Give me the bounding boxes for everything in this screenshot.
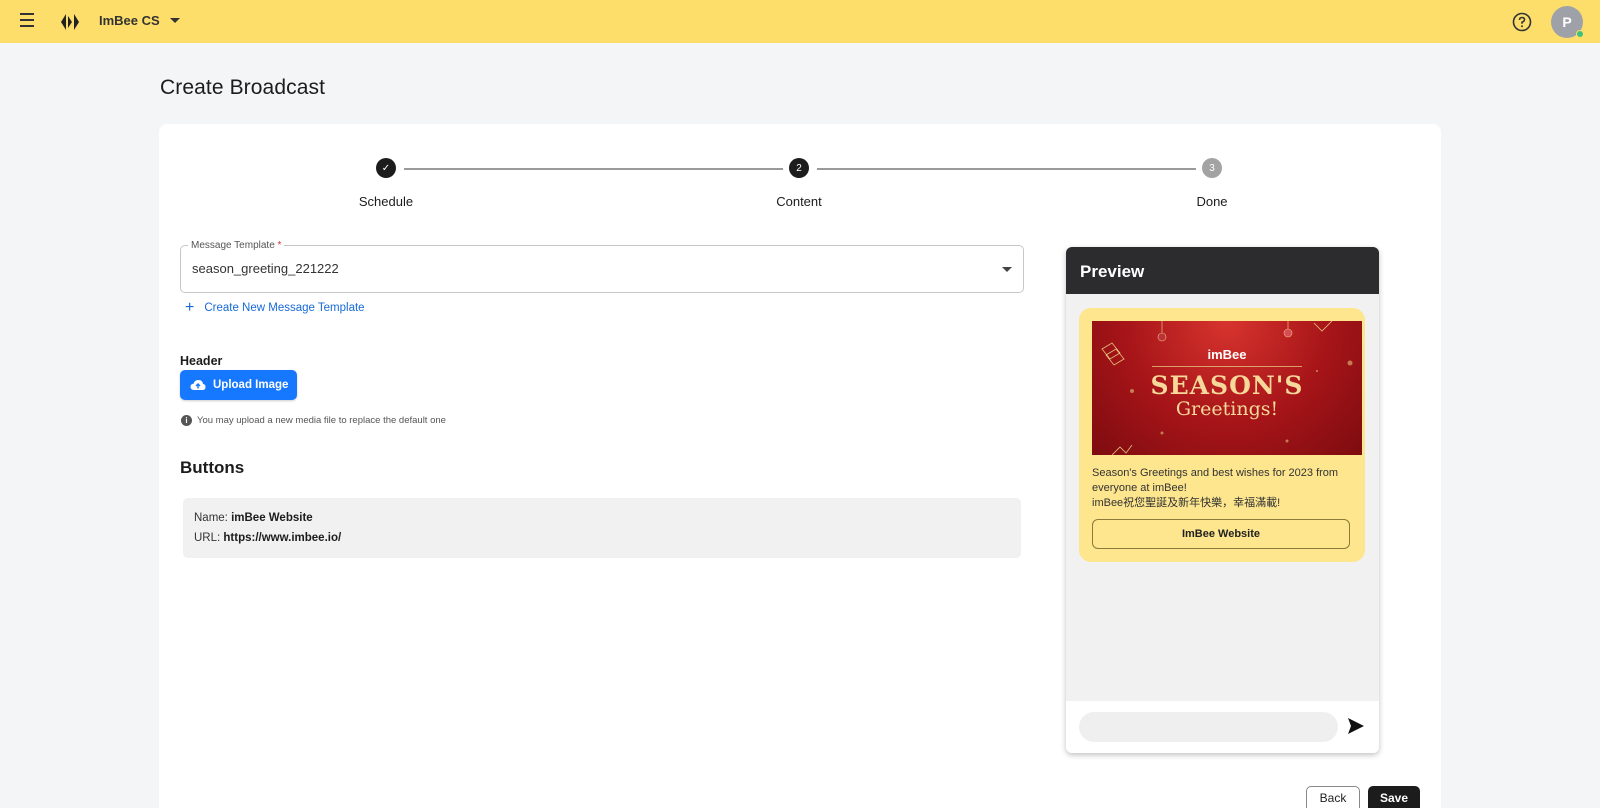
- message-template-value: season_greeting_221222: [192, 261, 339, 276]
- button-entry: Name: imBee Website URL: https://www.imb…: [183, 498, 1021, 558]
- preview-title: Preview: [1066, 247, 1379, 294]
- preview-message-input[interactable]: [1079, 712, 1338, 742]
- step-marker-content: 2: [789, 158, 809, 178]
- plus-icon: +: [185, 299, 195, 316]
- upload-image-label: Upload Image: [213, 379, 289, 391]
- upload-image-button[interactable]: Upload Image: [180, 370, 297, 400]
- step-label-done: Done: [1196, 194, 1228, 209]
- required-mark: *: [277, 240, 282, 251]
- save-button[interactable]: Save: [1368, 786, 1420, 808]
- button-url-label: URL:: [194, 532, 221, 544]
- button-name-value: imBee Website: [231, 512, 313, 524]
- info-icon: i: [181, 415, 192, 426]
- message-bubble: imBee SEASON'S Greetings! Season's Greet…: [1079, 308, 1365, 562]
- step-label-content: Content: [776, 194, 822, 209]
- stepper-connector: [404, 168, 783, 170]
- buttons-section-title: Buttons: [180, 458, 245, 477]
- preview-composer: [1066, 701, 1379, 753]
- message-body: Season's Greetings and best wishes for 2…: [1092, 466, 1357, 511]
- step-marker-schedule: ✓: [376, 158, 396, 178]
- banner-title: SEASON'S: [1150, 371, 1304, 400]
- banner-brand: imBee: [1207, 347, 1247, 362]
- season-greetings-banner-image: imBee SEASON'S Greetings!: [1092, 321, 1362, 455]
- send-icon[interactable]: [1346, 716, 1366, 736]
- hamburger-menu-icon[interactable]: [20, 13, 36, 29]
- button-name-row: Name: imBee Website: [194, 512, 1010, 524]
- message-line-chinese: imBee祝您聖誕及新年快樂，幸福滿載!: [1092, 497, 1281, 509]
- create-template-link-text: Create New Message Template: [204, 302, 365, 314]
- top-app-bar: ImBee CS P: [0, 0, 1600, 43]
- preview-panel: Preview imBee SEASON'S Greetings! Season…: [1066, 247, 1379, 753]
- stepper-connector: [817, 168, 1196, 170]
- preview-cta-button[interactable]: ImBee Website: [1092, 519, 1350, 549]
- message-template-label: Message Template *: [188, 240, 285, 251]
- dropdown-arrow-icon: [1002, 267, 1012, 272]
- upload-hint: i You may upload a new media file to rep…: [181, 415, 446, 426]
- button-url-value: https://www.imbee.io/: [223, 532, 342, 544]
- imbee-logo-icon[interactable]: [59, 12, 81, 32]
- banner-divider: [1152, 366, 1302, 367]
- back-button[interactable]: Back: [1306, 786, 1360, 808]
- message-line-english: Season's Greetings and best wishes for 2…: [1092, 467, 1339, 494]
- header-label: Header: [180, 354, 223, 368]
- online-status-dot: [1576, 30, 1584, 38]
- banner-subtitle: Greetings!: [1175, 398, 1279, 420]
- create-template-link[interactable]: + Create New Message Template: [185, 299, 365, 316]
- avatar[interactable]: P: [1551, 6, 1584, 38]
- button-url-row: URL: https://www.imbee.io/: [194, 532, 1010, 544]
- org-switcher[interactable]: ImBee CS: [99, 13, 180, 28]
- help-icon[interactable]: [1512, 12, 1532, 32]
- message-template-select[interactable]: season_greeting_221222: [180, 245, 1024, 293]
- message-template-label-text: Message Template: [191, 240, 275, 251]
- avatar-initial: P: [1562, 14, 1572, 30]
- button-name-label: Name:: [194, 512, 228, 524]
- step-label-schedule: Schedule: [358, 194, 414, 209]
- chevron-down-icon: [169, 18, 180, 23]
- upload-hint-text: You may upload a new media file to repla…: [197, 415, 446, 426]
- org-name: ImBee CS: [99, 13, 160, 28]
- page-title: Create Broadcast: [160, 76, 326, 99]
- step-marker-done: 3: [1202, 158, 1222, 178]
- cloud-upload-icon: [190, 380, 206, 390]
